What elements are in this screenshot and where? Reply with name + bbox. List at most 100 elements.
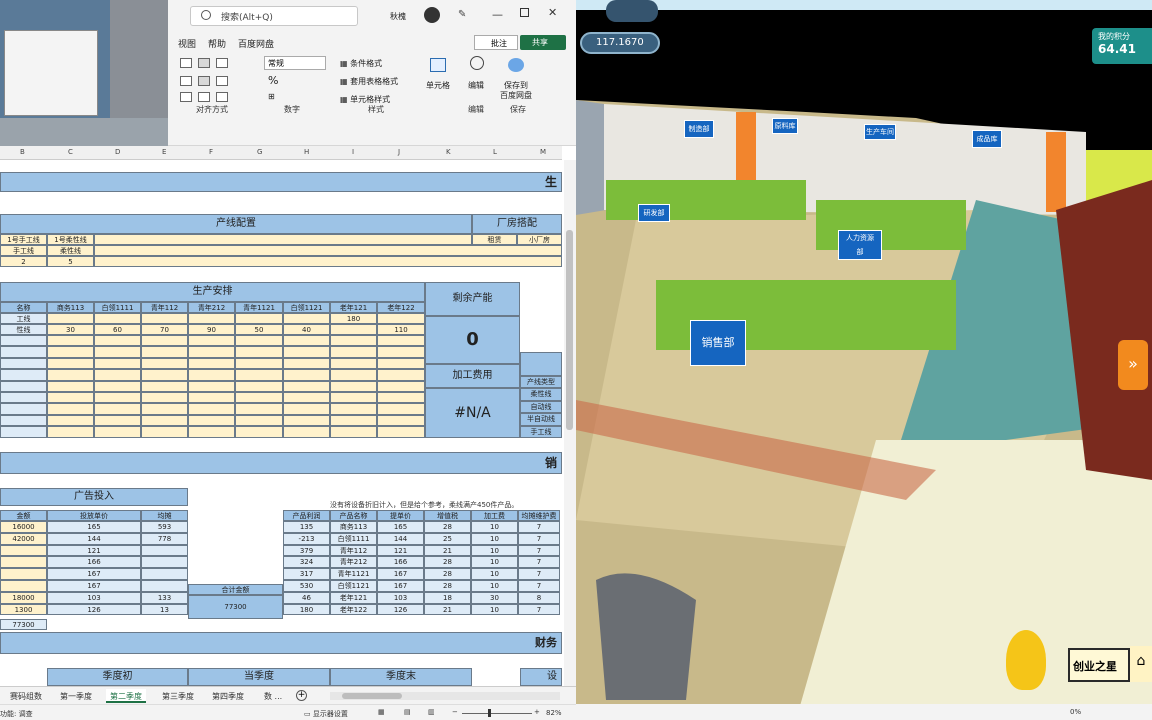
plan-cell[interactable]: 40: [283, 324, 330, 335]
sales-cell[interactable]: 老年121: [330, 591, 377, 604]
vertical-scrollbar[interactable]: [564, 160, 576, 686]
sales-cell[interactable]: 10: [471, 544, 518, 557]
ad-cell[interactable]: 16000: [0, 521, 47, 533]
plan-cell[interactable]: [141, 313, 188, 324]
plan-cell[interactable]: [283, 414, 330, 427]
tab-sheet-active[interactable]: 第二季度: [106, 689, 146, 703]
plan-cell[interactable]: [377, 392, 425, 404]
line-cell[interactable]: 2: [0, 256, 47, 267]
plan-header-cell[interactable]: 青年212: [188, 302, 235, 313]
ad-cell[interactable]: [141, 580, 188, 592]
plan-header-cell[interactable]: 商务113: [47, 302, 94, 313]
line-cell[interactable]: [94, 256, 562, 267]
plan-cell[interactable]: [0, 403, 47, 415]
ad-cell[interactable]: [0, 568, 47, 580]
sales-cell[interactable]: 167: [377, 580, 424, 592]
comments-button[interactable]: 批注: [474, 35, 518, 50]
zoom-out-icon[interactable]: −: [452, 708, 458, 716]
ad-cell[interactable]: [0, 556, 47, 569]
plan-cell[interactable]: [0, 369, 47, 381]
sales-cell[interactable]: 10: [471, 568, 518, 580]
menu-help[interactable]: 帮助: [208, 37, 226, 50]
ad-cell[interactable]: 42000: [0, 532, 47, 545]
percent-icon[interactable]: %: [268, 74, 278, 87]
zoom-slider[interactable]: [462, 713, 532, 714]
ad-cell[interactable]: 121: [47, 544, 141, 557]
plan-cell[interactable]: [141, 380, 188, 392]
plan-cell[interactable]: [188, 335, 235, 347]
sales-cell[interactable]: 530: [283, 580, 330, 592]
plan-cell[interactable]: [235, 426, 283, 438]
line-type-cell[interactable]: 半自动线: [520, 413, 562, 426]
plan-cell[interactable]: [377, 403, 425, 415]
sales-cell[interactable]: 10: [471, 580, 518, 592]
plan-cell[interactable]: [0, 414, 47, 427]
scroll-thumb[interactable]: [566, 230, 573, 430]
plan-cell[interactable]: [0, 380, 47, 392]
plan-cell[interactable]: [377, 414, 425, 427]
plan-cell[interactable]: [94, 357, 141, 370]
plan-cell[interactable]: [377, 313, 425, 324]
plan-cell[interactable]: [94, 403, 141, 415]
plan-cell[interactable]: [94, 346, 141, 358]
plan-header-cell[interactable]: 老年122: [377, 302, 425, 313]
align-middle-icon[interactable]: [198, 58, 210, 68]
sales-header-cell[interactable]: 均摊维护费: [518, 510, 560, 521]
sign-hr[interactable]: 人力资源部: [838, 230, 882, 260]
sales-cell[interactable]: 126: [377, 603, 424, 616]
sign-manufacturing[interactable]: 制造部: [684, 120, 714, 138]
plan-cell[interactable]: [283, 335, 330, 347]
plan-cell[interactable]: 工线: [0, 313, 47, 324]
sales-cell[interactable]: 青年1121: [330, 568, 377, 580]
align-left-icon[interactable]: [180, 76, 192, 86]
sales-cell[interactable]: -213: [283, 532, 330, 545]
sales-header-cell[interactable]: 产品利润: [283, 510, 330, 521]
add-sheet-icon[interactable]: +: [296, 690, 307, 701]
ad-cell[interactable]: 167: [47, 580, 141, 592]
ad-header-cell[interactable]: 均摊: [141, 510, 188, 521]
pen-icon[interactable]: ✎: [458, 9, 466, 20]
plan-cell[interactable]: [377, 380, 425, 392]
sales-cell[interactable]: 28: [424, 568, 471, 580]
plan-cell[interactable]: 60: [94, 324, 141, 335]
ad-cell[interactable]: 13: [141, 603, 188, 616]
plan-cell[interactable]: [283, 380, 330, 392]
zoom-in-icon[interactable]: +: [534, 708, 540, 716]
plan-cell[interactable]: [188, 346, 235, 358]
ad-header-cell[interactable]: 金额: [0, 510, 47, 521]
ad-cell[interactable]: 133: [141, 591, 188, 604]
plan-cell[interactable]: 70: [141, 324, 188, 335]
plan-cell[interactable]: 110: [377, 324, 425, 335]
share-button[interactable]: 共享: [520, 35, 566, 50]
tab-sheet[interactable]: 第三季度: [158, 689, 198, 703]
sales-cell[interactable]: 7: [518, 556, 560, 569]
sales-cell[interactable]: 18: [424, 591, 471, 604]
sales-cell[interactable]: 10: [471, 556, 518, 569]
close-button[interactable]: ✕: [548, 6, 557, 19]
plan-cell[interactable]: [0, 426, 47, 438]
plan-cell[interactable]: [377, 346, 425, 358]
plan-cell[interactable]: [94, 380, 141, 392]
line-type-cell[interactable]: 自动线: [520, 400, 562, 414]
sales-cell[interactable]: 7: [518, 568, 560, 580]
table-format-button[interactable]: ▦ 套用表格格式: [340, 76, 398, 87]
plan-cell[interactable]: [94, 392, 141, 404]
plan-cell[interactable]: [141, 346, 188, 358]
sales-cell[interactable]: 白领1121: [330, 580, 377, 592]
maximize-button[interactable]: [520, 8, 529, 17]
sales-header-cell[interactable]: 加工费: [471, 510, 518, 521]
plan-cell[interactable]: [377, 369, 425, 381]
plan-cell[interactable]: [94, 335, 141, 347]
line-cell[interactable]: 手工线: [0, 245, 47, 256]
ad-cell[interactable]: 778: [141, 532, 188, 545]
plan-cell[interactable]: [235, 357, 283, 370]
sign-warehouse[interactable]: 成品库: [972, 130, 1002, 148]
plan-header-cell[interactable]: 白领1111: [94, 302, 141, 313]
plan-cell[interactable]: [94, 426, 141, 438]
home-icon[interactable]: ⌂: [1130, 646, 1152, 682]
sales-header-cell[interactable]: 增值税: [424, 510, 471, 521]
plan-cell[interactable]: [283, 426, 330, 438]
cells-icon[interactable]: [430, 58, 446, 72]
plan-cell[interactable]: [377, 335, 425, 347]
line-cell[interactable]: 1号柔性线: [47, 234, 94, 245]
